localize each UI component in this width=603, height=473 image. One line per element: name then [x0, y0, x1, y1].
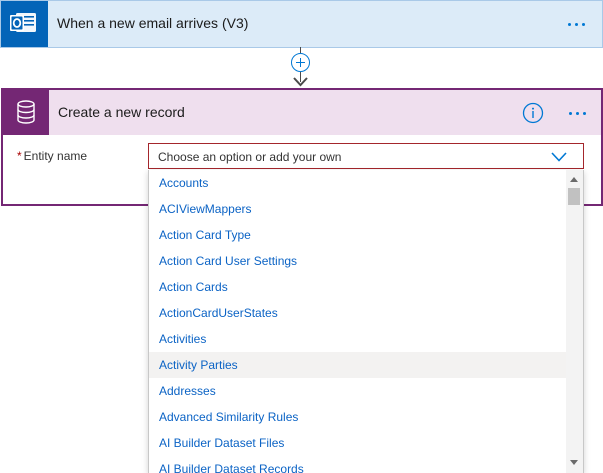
database-icon [3, 90, 49, 135]
option-activity-parties[interactable]: Activity Parties [149, 352, 566, 378]
option-accounts[interactable]: Accounts [149, 170, 566, 196]
option-list: Accounts ACIViewMappers Action Card Type… [149, 170, 566, 473]
action-more-icon[interactable] [567, 106, 589, 120]
option-ai-builder-dataset-files[interactable]: AI Builder Dataset Files [149, 430, 566, 456]
scroll-down-icon[interactable] [570, 460, 578, 465]
option-action-cards[interactable]: Action Cards [149, 274, 566, 300]
entity-name-label-text: Entity name [23, 149, 88, 163]
required-marker: * [17, 149, 22, 163]
option-aciviewmappers[interactable]: ACIViewMappers [149, 196, 566, 222]
info-icon[interactable] [522, 102, 544, 124]
entity-name-label: * Entity name [17, 149, 87, 163]
add-step-icon[interactable] [291, 53, 310, 72]
flow-designer-canvas: When a new email arrives (V3) Create a n… [0, 0, 603, 473]
action-card-header[interactable]: Create a new record [3, 90, 601, 135]
entity-name-select[interactable]: Choose an option or add your own [148, 143, 584, 169]
option-addresses[interactable]: Addresses [149, 378, 566, 404]
scroll-up-icon[interactable] [570, 177, 578, 182]
option-activities[interactable]: Activities [149, 326, 566, 352]
arrow-down-icon [293, 77, 308, 87]
entity-select-placeholder: Choose an option or add your own [158, 150, 342, 164]
option-actioncarduserstates[interactable]: ActionCardUserStates [149, 300, 566, 326]
option-advanced-similarity-rules[interactable]: Advanced Similarity Rules [149, 404, 566, 430]
scroll-thumb[interactable] [568, 188, 580, 205]
option-ai-builder-dataset-records[interactable]: AI Builder Dataset Records [149, 456, 566, 473]
action-title: Create a new record [58, 104, 185, 120]
entity-dropdown-list: Accounts ACIViewMappers Action Card Type… [148, 170, 584, 473]
option-action-card-type[interactable]: Action Card Type [149, 222, 566, 248]
chevron-down-icon[interactable] [550, 151, 568, 163]
option-action-card-user-settings[interactable]: Action Card User Settings [149, 248, 566, 274]
trigger-card[interactable]: When a new email arrives (V3) [0, 0, 603, 48]
trigger-title: When a new email arrives (V3) [57, 15, 249, 31]
outlook-icon [1, 1, 48, 47]
dropdown-scrollbar[interactable] [566, 170, 583, 473]
trigger-more-icon[interactable] [566, 17, 588, 31]
